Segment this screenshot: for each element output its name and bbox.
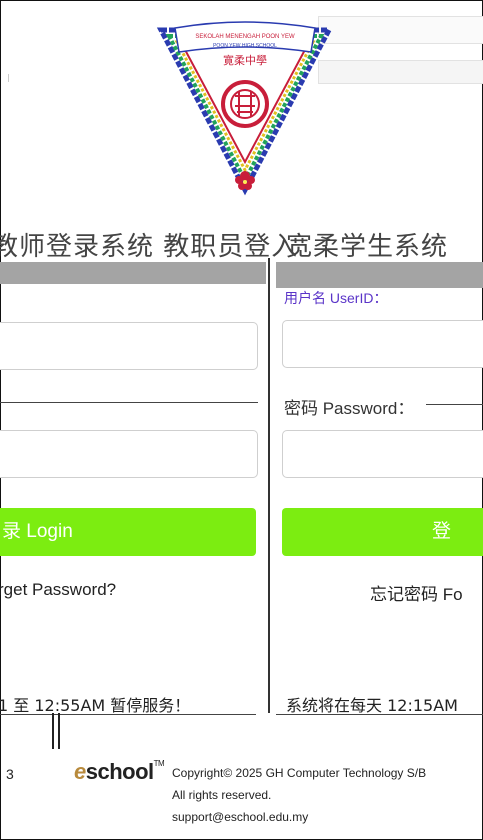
top-left-mark	[8, 74, 15, 82]
footer: 3 eschoolTM Copyright© 2025 GH Computer …	[0, 713, 483, 839]
footer-bar-1	[52, 713, 54, 749]
crest-text-en: POON YEW HIGH SCHOOL	[213, 43, 277, 49]
title-banner: 教师登录系统 教职员登入 宽柔学生系统	[0, 226, 483, 262]
eschool-logo: eschoolTM	[74, 759, 165, 785]
student-login-button[interactable]: 登	[282, 508, 483, 556]
student-password-input[interactable]	[282, 430, 483, 478]
eschool-logo-tm: TM	[153, 759, 165, 768]
top-right-bar	[318, 16, 483, 44]
password-label-line	[426, 404, 483, 405]
crest-text-my: SEKOLAH MENENGAH POON YEW	[195, 34, 295, 40]
teacher-login-panel: 录 Login rget Password? 1 至 12:55AM 暂停服务！	[0, 258, 268, 733]
eschool-logo-e: e	[74, 759, 86, 784]
teacher-panel-header	[0, 262, 266, 284]
teacher-forgot-password-link[interactable]: rget Password?	[0, 580, 116, 600]
teacher-login-button[interactable]: 录 Login	[0, 508, 256, 556]
banner-left-text: 教师登录系统 教职员登入	[0, 232, 299, 262]
student-notice-underline	[276, 714, 483, 715]
footer-support-email[interactable]: support@eschool.edu.my	[172, 810, 308, 824]
student-maintenance-notice: 系统将在每天 12:15AM	[286, 696, 458, 715]
student-username-label: 用户名 UserID：	[284, 290, 388, 306]
eschool-logo-text: school	[85, 759, 154, 784]
student-password-label: 密码 Password：	[284, 399, 415, 418]
footer-rights: All rights reserved.	[172, 788, 272, 802]
student-forgot-password-link[interactable]: 忘记密码 Fo	[370, 580, 463, 605]
student-username-input[interactable]	[282, 320, 483, 368]
footer-left-text: 3	[6, 766, 14, 782]
student-login-panel: 用户名 UserID： 密码 Password： 登 忘记密码 Fo 系统将在每…	[276, 258, 483, 733]
crest-text-cn: 寛柔中學	[223, 53, 267, 67]
footer-bar-2	[58, 713, 60, 749]
notice-underline	[0, 714, 256, 715]
school-crest-logo: SEKOLAH MENENGAH POON YEW POON YEW HIGH …	[155, 20, 335, 198]
teacher-maintenance-notice: 1 至 12:55AM 暂停服务！	[0, 696, 191, 715]
student-panel-header	[276, 262, 483, 288]
teacher-password-input[interactable]	[0, 430, 258, 478]
top-right-bar-secondary	[318, 60, 483, 84]
banner-right-text: 宽柔学生系统	[286, 232, 449, 262]
separator-line	[0, 402, 258, 403]
teacher-username-input[interactable]	[0, 322, 258, 370]
footer-copyright: Copyright© 2025 GH Computer Technology S…	[172, 766, 427, 780]
